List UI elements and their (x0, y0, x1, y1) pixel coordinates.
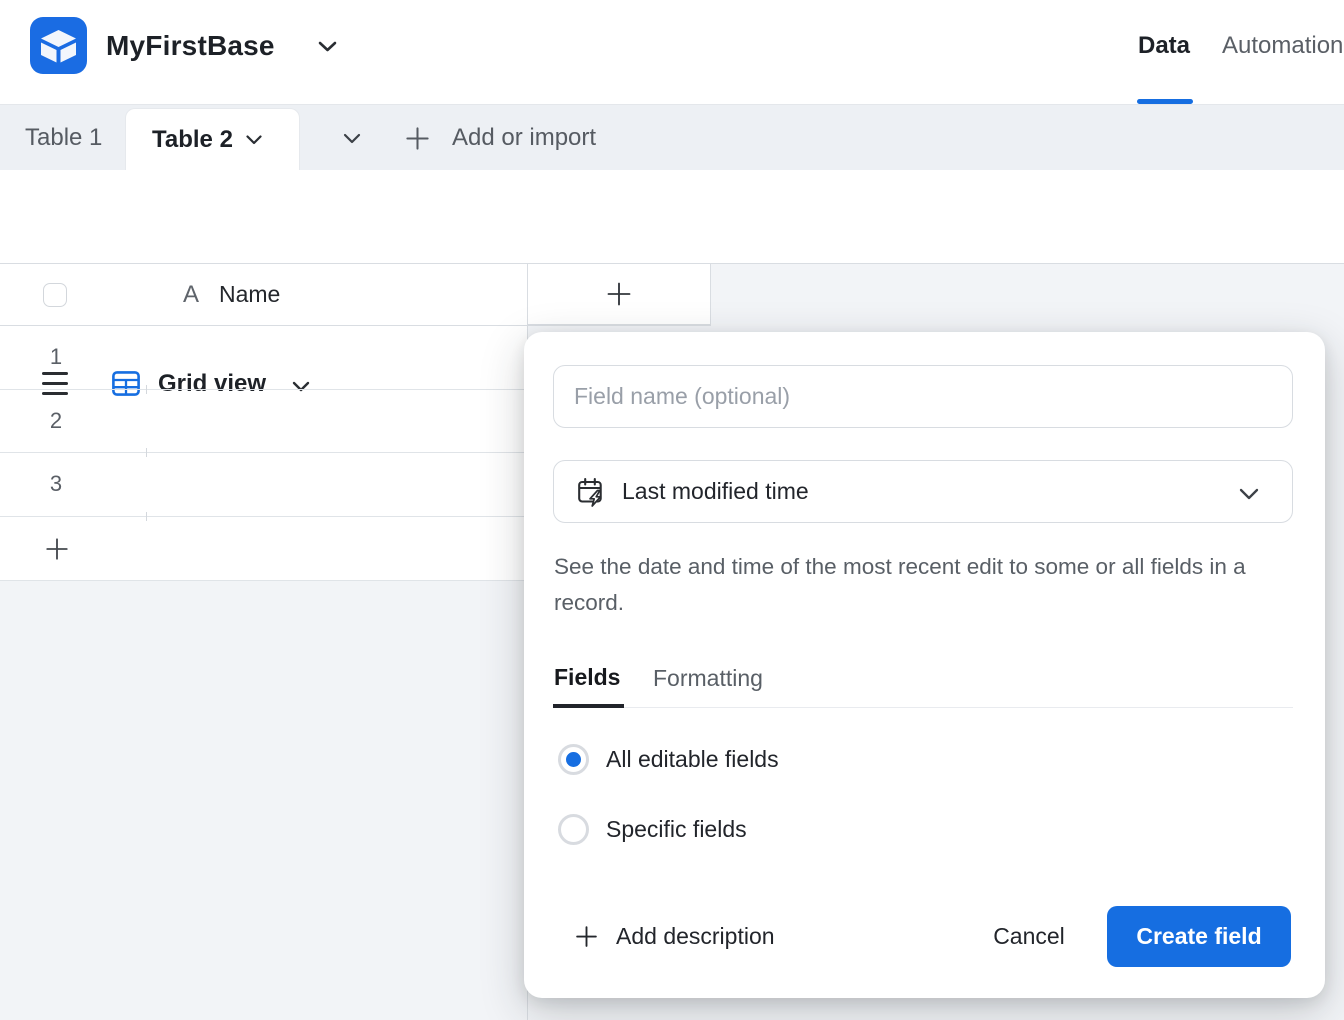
row-divider (0, 389, 527, 390)
add-field-button[interactable] (527, 264, 711, 325)
chevron-down-icon (1239, 487, 1259, 505)
airtable-logo-icon[interactable] (30, 17, 87, 74)
base-menu-chevron-down-icon[interactable] (318, 0, 337, 92)
airtable-app-window: MyFirstBase Data Automations Table 1 Tab… (0, 0, 1344, 1020)
base-title[interactable]: MyFirstBase (106, 0, 275, 92)
header-divider (0, 325, 711, 326)
view-toolbar: Grid view (0, 170, 1344, 264)
cell-divider-tick (146, 385, 147, 394)
radio-specific-fields[interactable] (558, 814, 589, 845)
add-table-plus-icon[interactable] (404, 105, 431, 171)
top-bar: MyFirstBase Data Automations (0, 0, 1344, 104)
table-tab-strip: Table 1 Table 2 Add or import (0, 104, 1344, 170)
radio-all-editable-fields-label[interactable]: All editable fields (606, 746, 779, 773)
radio-selected-dot (566, 752, 581, 767)
create-field-popup: Last modified time See the date and time… (524, 332, 1325, 998)
row-divider (0, 452, 527, 453)
field-type-value: Last modified time (622, 478, 809, 505)
create-field-button[interactable]: Create field (1107, 906, 1291, 967)
single-line-text-icon: A (183, 264, 199, 325)
column-divider (710, 264, 711, 325)
add-row-button[interactable] (40, 532, 74, 566)
cell-divider-tick (146, 512, 147, 521)
plus-icon (605, 280, 633, 308)
tab-fields[interactable]: Fields (554, 664, 620, 691)
table-list-chevron-down-icon[interactable] (324, 105, 380, 171)
column-header-name[interactable]: Name (219, 264, 280, 325)
tab-table-1[interactable]: Table 1 (0, 105, 127, 171)
plus-icon (44, 536, 70, 562)
create-field-label: Create field (1136, 923, 1261, 950)
radio-specific-fields-label[interactable]: Specific fields (606, 816, 747, 843)
plus-icon (574, 924, 599, 949)
select-all-checkbox[interactable] (43, 283, 67, 307)
grid-empty-area (710, 264, 1344, 325)
cell-divider-tick (146, 448, 147, 457)
tab-data[interactable]: Data (1138, 0, 1190, 92)
add-description-label: Add description (616, 923, 775, 950)
row-divider (0, 580, 527, 581)
field-type-select[interactable]: Last modified time (553, 460, 1293, 523)
tab-table-2[interactable]: Table 2 (125, 108, 300, 171)
cancel-button[interactable]: Cancel (964, 906, 1094, 967)
radio-all-editable-fields[interactable] (558, 744, 589, 775)
calendar-lightning-icon (577, 477, 605, 507)
tabs-divider (553, 707, 1293, 708)
tab-fields-active-underline (553, 704, 624, 708)
field-name-input[interactable] (553, 365, 1293, 428)
row-number[interactable]: 1 (36, 325, 76, 389)
tab-formatting[interactable]: Formatting (653, 665, 763, 692)
tab-table-2-label: Table 2 (152, 126, 233, 154)
row-number[interactable]: 2 (36, 389, 76, 452)
row-number[interactable]: 3 (36, 452, 76, 516)
grid-empty-area (0, 580, 527, 1020)
tab-automations[interactable]: Automations (1222, 0, 1344, 92)
add-or-import-button[interactable]: Add or import (452, 105, 596, 171)
field-type-description: See the date and time of the most recent… (554, 549, 1259, 621)
row-divider (0, 516, 527, 517)
add-description-button[interactable]: Add description (574, 906, 775, 967)
chevron-down-icon (246, 135, 262, 145)
